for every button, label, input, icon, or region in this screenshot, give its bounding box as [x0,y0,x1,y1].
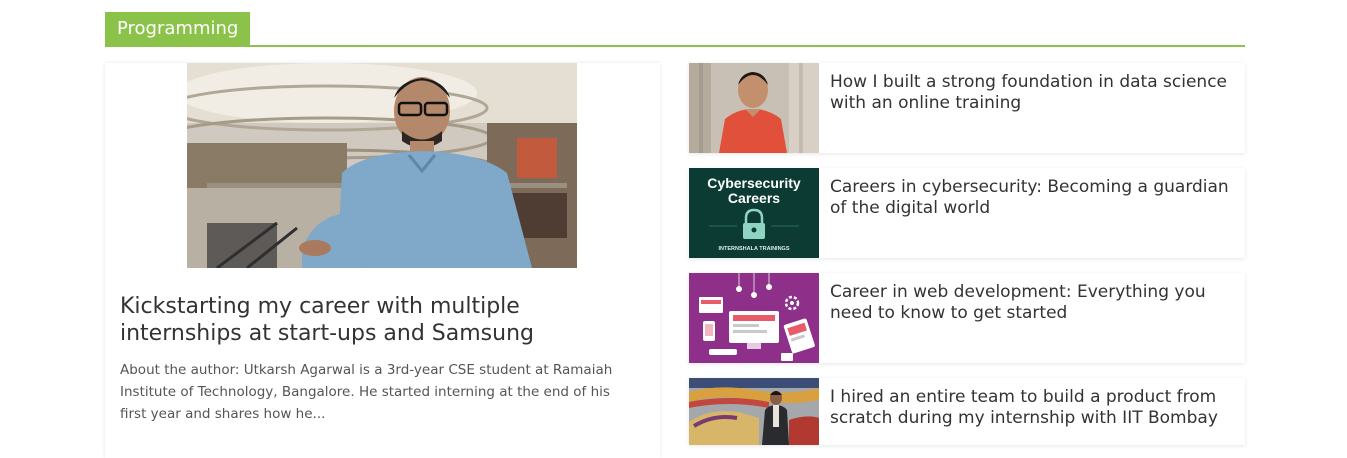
post-title[interactable]: Career in web development: Everything yo… [830,282,1235,324]
section-header: Programming [105,12,1245,48]
car-expo-photo [689,378,819,445]
featured-article-card[interactable]: Kickstarting my career with multiple int… [105,63,660,458]
cybersecurity-banner: Cybersecurity Careers INTERNSHALA TRAINI… [689,168,819,258]
post-thumbnail[interactable] [689,273,819,363]
banner-brand: INTERNSHALA TRAININGS [719,246,790,252]
post-card[interactable]: How I built a strong foundation in data … [689,63,1245,153]
post-card[interactable]: I hired an entire team to build a produc… [689,378,1245,445]
featured-article-title[interactable]: Kickstarting my career with multiple int… [120,293,645,347]
featured-article-image[interactable] [187,63,577,268]
post-card[interactable]: Cybersecurity Careers INTERNSHALA TRAINI… [689,168,1245,258]
section-divider [105,45,1245,47]
banner-line1: Cybersecurity [707,175,801,191]
post-card[interactable]: Career in web development: Everything yo… [689,273,1245,363]
featured-article-excerpt: About the author: Utkarsh Agarwal is a 3… [120,362,613,422]
web-development-illustration [689,273,819,363]
portrait-photo [689,63,819,153]
post-title[interactable]: How I built a strong foundation in data … [830,72,1235,114]
banner-line2: Careers [728,190,780,206]
post-thumbnail[interactable]: Cybersecurity Careers INTERNSHALA TRAINI… [689,168,819,258]
post-thumbnail[interactable] [689,378,819,445]
post-title[interactable]: I hired an entire team to build a produc… [830,387,1235,429]
mall-photo [187,63,577,268]
post-thumbnail[interactable] [689,63,819,153]
section-title[interactable]: Programming [105,12,251,46]
post-title[interactable]: Careers in cybersecurity: Becoming a gua… [830,177,1235,219]
